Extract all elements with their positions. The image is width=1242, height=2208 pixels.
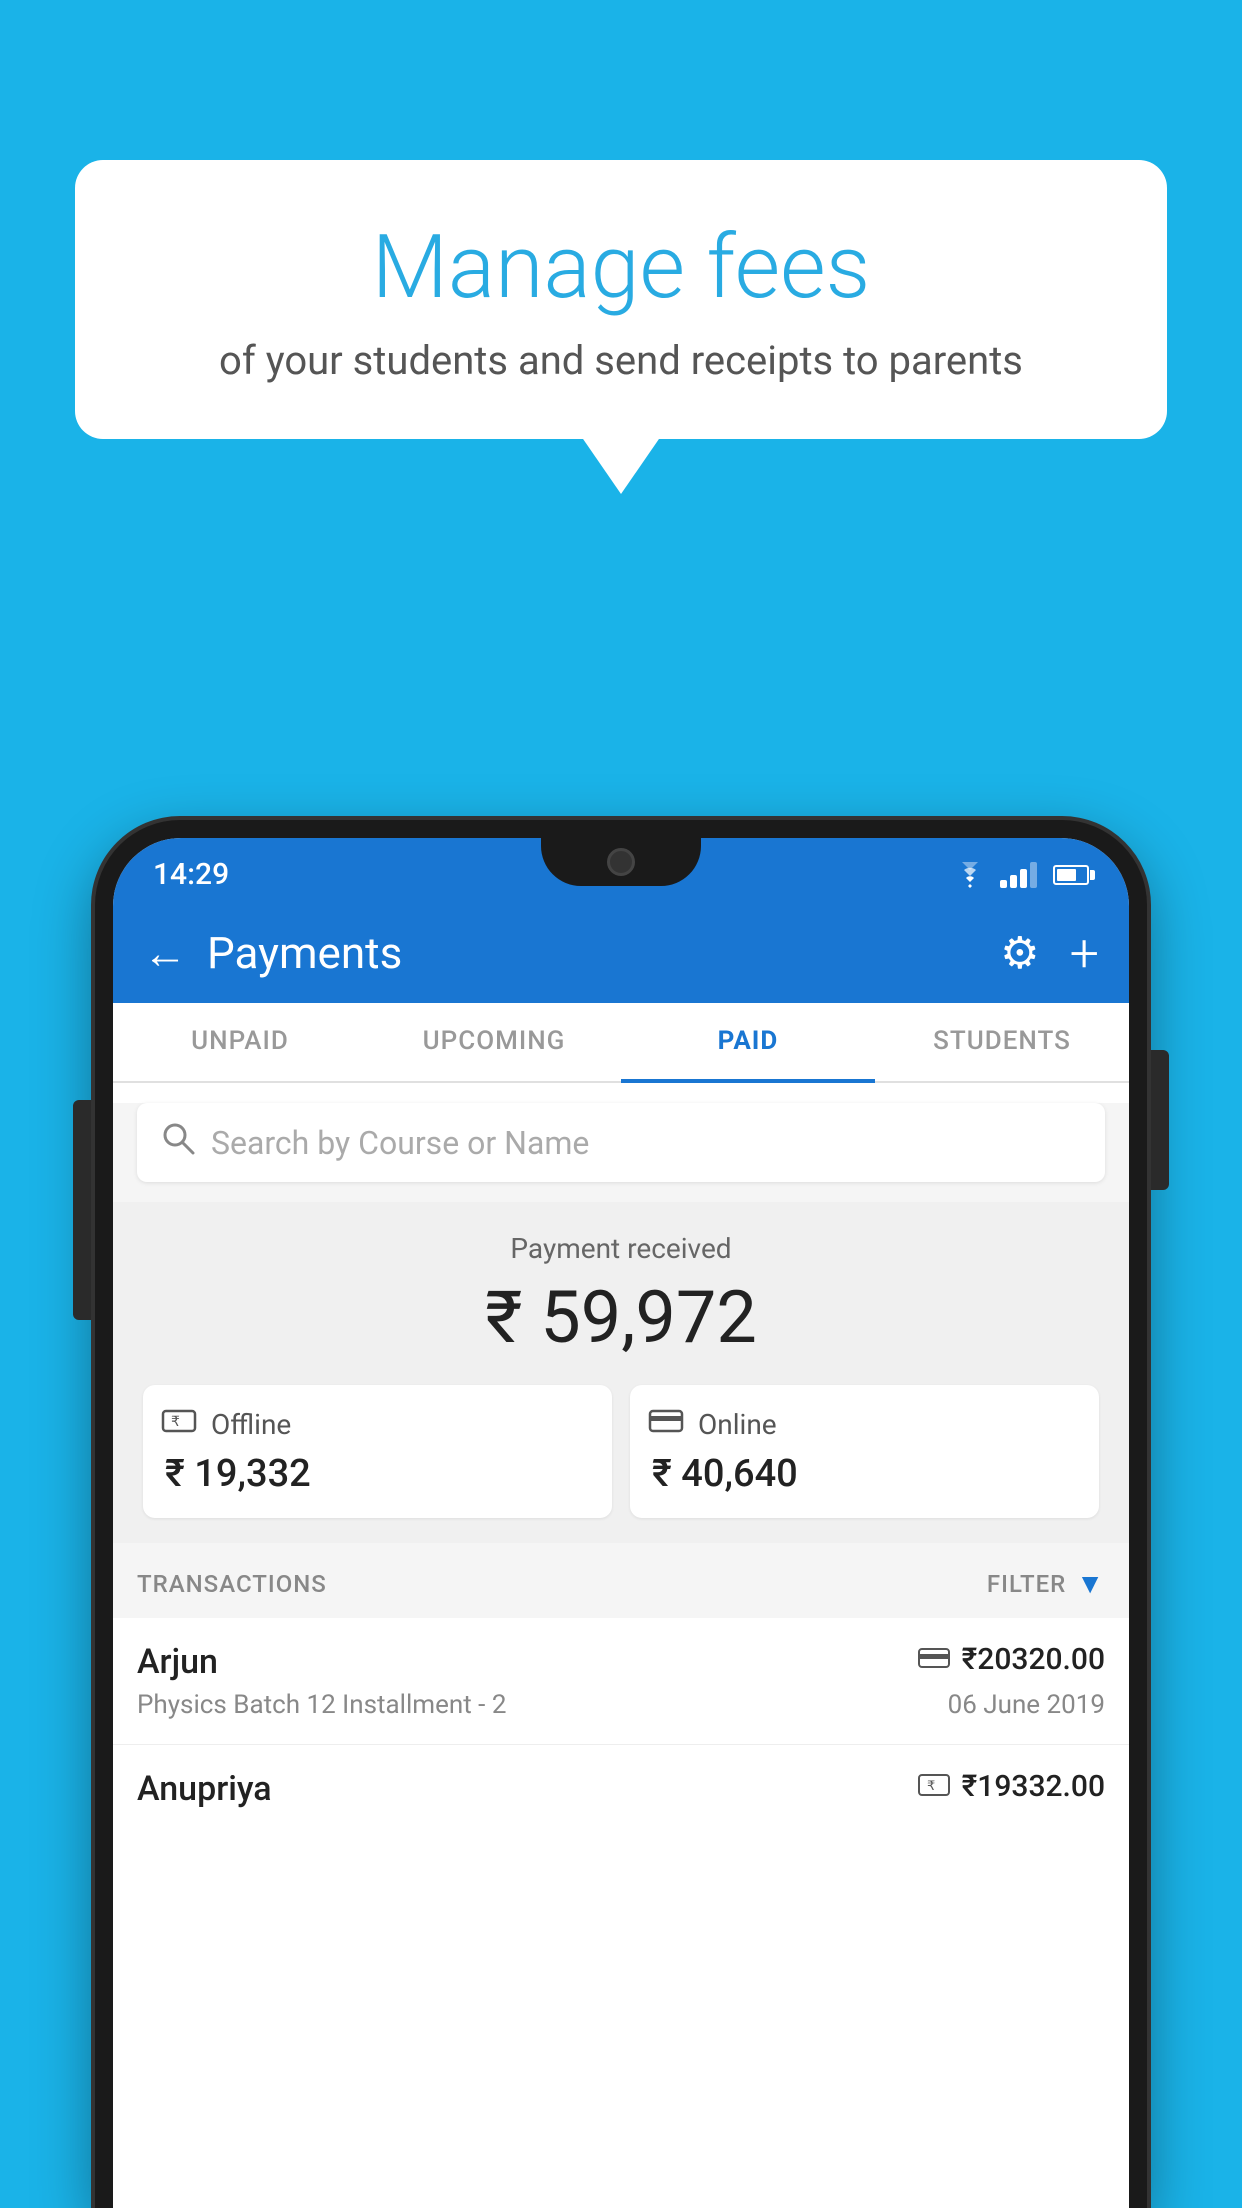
offline-payment-card: ₹ Offline ₹ 19,332 xyxy=(143,1385,612,1518)
tab-unpaid[interactable]: UNPAID xyxy=(113,1003,367,1083)
payment-total-amount: ₹ 59,972 xyxy=(133,1275,1109,1360)
transactions-header: TRANSACTIONS FILTER ▼ xyxy=(113,1543,1129,1618)
search-input[interactable]: Search by Course or Name xyxy=(211,1124,589,1162)
header-right: ⚙ + xyxy=(1000,923,1099,984)
payment-type-icon xyxy=(918,1646,950,1674)
front-camera xyxy=(607,848,635,876)
transaction-row[interactable]: Arjun ₹20320.00 xyxy=(113,1618,1129,1745)
course-name: Physics Batch 12 Installment - 2 xyxy=(137,1690,506,1720)
header-left: ← Payments xyxy=(143,927,402,979)
student-name: Arjun xyxy=(137,1642,218,1682)
phone-wrapper: 14:29 xyxy=(95,820,1147,2208)
filter-label: FILTER xyxy=(987,1570,1066,1598)
transaction-amount: ₹20320.00 xyxy=(962,1642,1105,1677)
speech-bubble: Manage fees of your students and send re… xyxy=(75,160,1167,439)
signal-bars xyxy=(1000,862,1037,888)
transaction-row[interactable]: Anupriya ₹ ₹19332.00 xyxy=(113,1745,1129,1827)
online-icon xyxy=(648,1407,684,1442)
search-bar[interactable]: Search by Course or Name xyxy=(137,1103,1105,1182)
student-name: Anupriya xyxy=(137,1769,272,1809)
status-time: 14:29 xyxy=(153,857,229,892)
tab-paid[interactable]: PAID xyxy=(621,1003,875,1083)
tabs: UNPAID UPCOMING PAID STUDENTS xyxy=(113,1003,1129,1083)
svg-text:₹: ₹ xyxy=(927,1778,935,1793)
tab-students[interactable]: STUDENTS xyxy=(875,1003,1129,1083)
back-button[interactable]: ← xyxy=(143,931,187,975)
phone-notch xyxy=(541,838,701,886)
offline-label: Offline xyxy=(211,1408,291,1441)
payment-received-label: Payment received xyxy=(133,1232,1109,1265)
wifi-icon xyxy=(952,862,988,888)
tab-upcoming[interactable]: UPCOMING xyxy=(367,1003,621,1083)
online-label: Online xyxy=(698,1408,777,1441)
transaction-amount: ₹19332.00 xyxy=(962,1769,1105,1804)
payment-summary: Payment received ₹ 59,972 xyxy=(113,1202,1129,1543)
app-header: ← Payments ⚙ + xyxy=(113,903,1129,1003)
phone-outer: 14:29 xyxy=(95,820,1147,2208)
offline-icon: ₹ xyxy=(161,1407,197,1442)
status-icons xyxy=(952,862,1089,888)
transaction-amount-row: ₹20320.00 xyxy=(918,1642,1105,1677)
svg-text:₹: ₹ xyxy=(171,1413,180,1429)
content-area: Search by Course or Name Payment receive… xyxy=(113,1103,1129,1827)
transaction-date: 06 June 2019 xyxy=(948,1690,1105,1720)
page-title: Payments xyxy=(207,927,402,979)
settings-icon[interactable]: ⚙ xyxy=(1000,927,1039,979)
background: Manage fees of your students and send re… xyxy=(0,0,1242,2208)
payment-cards: ₹ Offline ₹ 19,332 xyxy=(143,1385,1099,1518)
bubble-title: Manage fees xyxy=(125,220,1117,317)
add-button[interactable]: + xyxy=(1070,923,1099,984)
online-payment-card: Online ₹ 40,640 xyxy=(630,1385,1099,1518)
online-amount: ₹ 40,640 xyxy=(648,1452,1081,1496)
offline-amount: ₹ 19,332 xyxy=(161,1452,594,1496)
transactions-label: TRANSACTIONS xyxy=(137,1570,327,1598)
filter-icon: ▼ xyxy=(1076,1567,1105,1600)
battery-icon xyxy=(1053,865,1089,885)
search-icon xyxy=(161,1121,195,1164)
phone-screen: 14:29 xyxy=(113,838,1129,2208)
filter-button[interactable]: FILTER ▼ xyxy=(987,1567,1105,1600)
bubble-subtitle: of your students and send receipts to pa… xyxy=(125,337,1117,384)
transaction-amount-row: ₹ ₹19332.00 xyxy=(918,1769,1105,1804)
payment-type-icon: ₹ xyxy=(918,1773,950,1801)
